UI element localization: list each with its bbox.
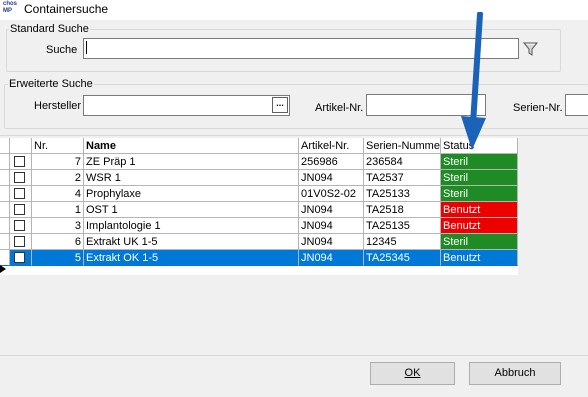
row-checkbox[interactable]: [14, 236, 25, 247]
cell-status: Steril: [441, 234, 518, 250]
logo-text-top: chos: [3, 1, 18, 7]
table-row[interactable]: 2 WSR 1 JN094 TA2537 Steril: [0, 170, 518, 186]
cell-serien: TA25345: [364, 250, 441, 266]
bottom-separator: [0, 355, 588, 356]
table-row[interactable]: 7 ZE Präp 1 256986 236584 Steril: [0, 154, 518, 170]
cell-name: WSR 1: [84, 170, 299, 186]
cell-serien: TA25133: [364, 186, 441, 202]
row-checkbox[interactable]: [14, 172, 25, 183]
row-indicator-cell: [0, 234, 10, 250]
column-header-artikel[interactable]: Artikel-Nr.: [299, 138, 364, 154]
serien-label: Serien-Nr.: [513, 102, 563, 114]
search-input[interactable]: [83, 38, 519, 59]
cell-status: Benutzt: [441, 250, 518, 266]
text-caret: [86, 41, 87, 54]
artikel-label: Artikel-Nr.: [315, 102, 364, 114]
header-indicator-cell: [0, 138, 10, 154]
row-check-cell: [10, 154, 32, 170]
row-check-cell: [10, 250, 32, 266]
row-indicator-cell: [0, 202, 10, 218]
cell-artikel: JN094: [299, 234, 364, 250]
cell-nr: 2: [32, 170, 84, 186]
grid-header-row: Nr. Name Artikel-Nr. Serien-Nummer Statu…: [0, 138, 518, 154]
row-check-cell: [10, 218, 32, 234]
cell-artikel: JN094: [299, 170, 364, 186]
cell-nr: 3: [32, 218, 84, 234]
cell-nr: 7: [32, 154, 84, 170]
window-title: Containersuche: [24, 2, 109, 16]
column-header-name[interactable]: Name: [84, 138, 299, 154]
current-row-pointer-icon: [0, 265, 6, 273]
row-checkbox[interactable]: [14, 156, 25, 167]
table-row[interactable]: 1 OST 1 JN094 TA2518 Benutzt: [0, 202, 518, 218]
row-indicator-cell: [0, 186, 10, 202]
table-row[interactable]: 6 Extrakt UK 1-5 JN094 12345 Steril: [0, 234, 518, 250]
cell-name: Extrakt UK 1-5: [84, 234, 299, 250]
column-header-serien[interactable]: Serien-Nummer: [364, 138, 441, 154]
ok-button-label: OK: [404, 367, 421, 379]
table-row[interactable]: 3 Implantologie 1 JN094 TA25135 Benutzt: [0, 218, 518, 234]
logo-text-bottom: MP: [3, 8, 12, 14]
cell-status: Benutzt: [441, 218, 518, 234]
cell-artikel: JN094: [299, 202, 364, 218]
cell-artikel: 256986: [299, 154, 364, 170]
annotation-arrow-icon: [461, 12, 486, 150]
cell-serien: TA25135: [364, 218, 441, 234]
cell-artikel: JN094: [299, 250, 364, 266]
serien-field[interactable]: [565, 94, 588, 116]
header-check-cell: [10, 138, 32, 154]
row-indicator-cell: [0, 154, 10, 170]
cancel-button-label: Abbruch: [494, 367, 536, 379]
row-checkbox[interactable]: [14, 220, 25, 231]
cell-name: ZE Präp 1: [84, 154, 299, 170]
ok-button[interactable]: OK: [370, 362, 455, 385]
cell-serien: 12345: [364, 234, 441, 250]
cell-status: Steril: [441, 154, 518, 170]
hersteller-label: Hersteller: [34, 100, 82, 112]
cell-name: OST 1: [84, 202, 299, 218]
cell-nr: 4: [32, 186, 84, 202]
cell-status: Steril: [441, 186, 518, 202]
cell-nr: 6: [32, 234, 84, 250]
search-label: Suche: [46, 44, 78, 56]
cell-artikel: 01V0S2-02: [299, 186, 364, 202]
hersteller-browse-button[interactable]: ...: [272, 97, 288, 113]
row-check-cell: [10, 186, 32, 202]
cancel-button[interactable]: Abbruch: [469, 362, 561, 385]
cell-status: Benutzt: [441, 202, 518, 218]
table-row[interactable]: 4 Prophylaxe 01V0S2-02 TA25133 Steril: [0, 186, 518, 202]
cell-status: Steril: [441, 170, 518, 186]
row-checkbox[interactable]: [14, 204, 25, 215]
grid-top-separator: [0, 135, 588, 136]
cell-name: Prophylaxe: [84, 186, 299, 202]
cell-name: Implantologie 1: [84, 218, 299, 234]
cell-nr: 5: [32, 250, 84, 266]
hersteller-field[interactable]: [83, 95, 290, 116]
funnel-icon: [522, 42, 539, 56]
row-indicator-cell: [0, 218, 10, 234]
cell-name: Extrakt OK 1-5: [84, 250, 299, 266]
table-row[interactable]: 5 Extrakt OK 1-5 JN094 TA25345 Benutzt: [0, 250, 518, 266]
filter-button[interactable]: [521, 39, 540, 58]
row-checkbox[interactable]: [14, 252, 25, 263]
app-logo: chos MP: [3, 1, 19, 18]
cell-nr: 1: [32, 202, 84, 218]
row-indicator-cell: [0, 250, 10, 266]
cell-serien: TA2537: [364, 170, 441, 186]
row-check-cell: [10, 202, 32, 218]
cell-serien: 236584: [364, 154, 441, 170]
row-checkbox[interactable]: [14, 188, 25, 199]
standard-search-label: Standard Suche: [9, 23, 90, 35]
row-check-cell: [10, 170, 32, 186]
cell-serien: TA2518: [364, 202, 441, 218]
row-check-cell: [10, 234, 32, 250]
container-grid[interactable]: Nr. Name Artikel-Nr. Serien-Nummer Statu…: [0, 138, 518, 275]
column-header-nr[interactable]: Nr.: [32, 138, 84, 154]
extended-search-label: Erweiterte Suche: [8, 78, 94, 90]
row-indicator-cell: [0, 170, 10, 186]
cell-artikel: JN094: [299, 218, 364, 234]
